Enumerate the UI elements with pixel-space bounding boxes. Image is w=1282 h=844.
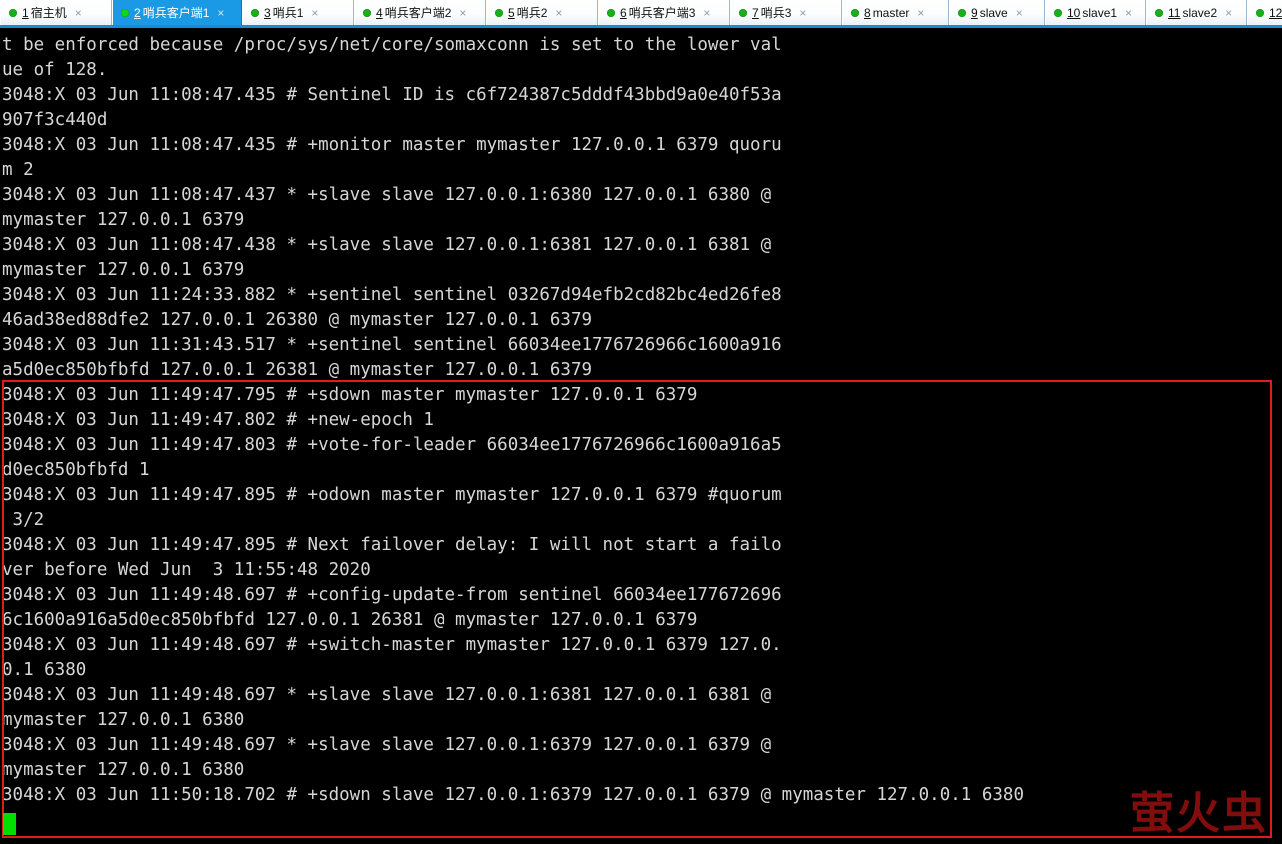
terminal-tab-bar[interactable]: 1 宿主机 × 2 哨兵客户端1 × 3 哨兵1 × 4 哨兵客户端2 × 5 哨兵2 × 6 哨兵客户端3 × 7… bbox=[0, 0, 1282, 28]
terminal-line: 3048:X 03 Jun 11:49:48.697 # +switch-mas… bbox=[2, 635, 782, 655]
terminal-line: 3048:X 03 Jun 11:49:48.697 * +slave slav… bbox=[2, 735, 772, 755]
terminal-line: mymaster 127.0.0.1 6379 bbox=[2, 210, 245, 230]
terminal-line: 3048:X 03 Jun 11:49:47.895 # Next failov… bbox=[2, 535, 782, 555]
tab-label: slave bbox=[979, 5, 1008, 20]
green-status-dot-icon bbox=[851, 8, 859, 17]
tab-number: 1 bbox=[22, 5, 29, 20]
terminal-line: 3048:X 03 Jun 11:49:48.697 * +slave slav… bbox=[2, 685, 772, 705]
green-status-dot-icon bbox=[1155, 8, 1163, 17]
green-status-dot-icon bbox=[363, 8, 371, 17]
terminal-tab-11[interactable]: 11 slave2 × bbox=[1146, 0, 1247, 25]
green-status-dot-icon bbox=[495, 8, 503, 17]
terminal-line: t be enforced because /proc/sys/net/core… bbox=[2, 35, 782, 55]
terminal-log-lines: t be enforced because /proc/sys/net/core… bbox=[2, 33, 1280, 808]
terminal-line: 3048:X 03 Jun 11:49:47.795 # +sdown mast… bbox=[2, 385, 698, 405]
terminal-tab-5[interactable]: 5 哨兵2 × bbox=[486, 0, 598, 25]
terminal-tab-10[interactable]: 10 slave1 × bbox=[1045, 0, 1146, 25]
terminal-tab-9[interactable]: 9 slave × bbox=[949, 0, 1045, 25]
tab-number: 6 bbox=[620, 5, 627, 20]
green-status-dot-icon bbox=[958, 8, 966, 17]
terminal-line: m 2 bbox=[2, 160, 34, 180]
terminal-line: 907f3c440d bbox=[2, 110, 108, 130]
tab-label: 宿主机 bbox=[30, 6, 67, 20]
terminal-tab-2[interactable]: 2 哨兵客户端1 × bbox=[112, 0, 242, 25]
terminal-line: mymaster 127.0.0.1 6380 bbox=[2, 760, 245, 780]
green-status-dot-icon bbox=[121, 8, 129, 17]
green-status-dot-icon bbox=[1054, 8, 1062, 17]
terminal-tab-7[interactable]: 7 哨兵3 × bbox=[730, 0, 842, 25]
terminal-line: 3/2 bbox=[2, 510, 45, 530]
tab-number: 11 bbox=[1168, 5, 1181, 20]
terminal-line: mymaster 127.0.0.1 6379 bbox=[2, 260, 245, 280]
tab-label: 哨兵客户端1 bbox=[142, 6, 210, 20]
tab-number: 9 bbox=[971, 5, 978, 20]
terminal-line: 3048:X 03 Jun 11:49:47.802 # +new-epoch … bbox=[2, 410, 434, 430]
terminal-line: 3048:X 03 Jun 11:49:48.697 # +config-upd… bbox=[2, 585, 782, 605]
tab-label: slave1 bbox=[1082, 5, 1118, 20]
tab-label: 哨兵客户端2 bbox=[384, 6, 452, 20]
terminal-line: 3048:X 03 Jun 11:31:43.517 * +sentinel s… bbox=[2, 335, 782, 355]
tab-label: 哨兵客户端3 bbox=[628, 6, 696, 20]
green-status-dot-icon bbox=[9, 8, 17, 17]
terminal-tab-6[interactable]: 6 哨兵客户端3 × bbox=[598, 0, 730, 25]
tab-number: 4 bbox=[376, 5, 383, 20]
terminal-line: ue of 128. bbox=[2, 60, 108, 80]
terminal-line: 3048:X 03 Jun 11:49:47.803 # +vote-for-l… bbox=[2, 435, 782, 455]
tab-close-icon[interactable]: × bbox=[457, 7, 471, 19]
tab-close-icon[interactable]: × bbox=[73, 7, 87, 19]
tab-number: 5 bbox=[508, 5, 515, 20]
tab-close-icon[interactable]: × bbox=[1014, 7, 1028, 19]
tab-close-icon[interactable]: × bbox=[797, 7, 811, 19]
tab-label: 哨兵2 bbox=[516, 6, 548, 20]
green-status-dot-icon bbox=[739, 8, 747, 17]
terminal-line: 3048:X 03 Jun 11:08:47.438 * +slave slav… bbox=[2, 235, 772, 255]
terminal-line: d0ec850bfbfd 1 bbox=[2, 460, 150, 480]
terminal-line: 0.1 6380 bbox=[2, 660, 87, 680]
terminal-tab-3[interactable]: 3 哨兵1 × bbox=[242, 0, 354, 25]
tab-number: 2 bbox=[134, 5, 141, 20]
terminal-line: 3048:X 03 Jun 11:08:47.435 # +monitor ma… bbox=[2, 135, 782, 155]
tab-label: 哨兵3 bbox=[760, 6, 792, 20]
terminal-tab-8[interactable]: 8 master × bbox=[842, 0, 949, 25]
tab-number: 8 bbox=[864, 5, 871, 20]
tab-number: 10 bbox=[1067, 5, 1081, 20]
tab-close-icon[interactable]: × bbox=[1123, 7, 1137, 19]
terminal-line: 3048:X 03 Jun 11:08:47.437 * +slave slav… bbox=[2, 185, 772, 205]
terminal-line: 3048:X 03 Jun 11:50:18.702 # +sdown slav… bbox=[2, 785, 1024, 805]
terminal-tab-12[interactable]: 12 bbox=[1247, 0, 1282, 25]
terminal-line: 6c1600a916a5d0ec850bfbfd 127.0.0.1 26381… bbox=[2, 610, 698, 630]
terminal-tab-4[interactable]: 4 哨兵客户端2 × bbox=[354, 0, 486, 25]
terminal-line: 46ad38ed88dfe2 127.0.0.1 26380 @ mymaste… bbox=[2, 310, 593, 330]
tab-label: master bbox=[872, 5, 910, 20]
green-status-dot-icon bbox=[1256, 8, 1264, 17]
tab-number: 3 bbox=[264, 5, 271, 20]
tab-close-icon[interactable]: × bbox=[1223, 7, 1237, 19]
tab-number: 12 bbox=[1269, 5, 1282, 20]
tab-close-icon[interactable]: × bbox=[915, 7, 929, 19]
terminal-line: 3048:X 03 Jun 11:49:47.895 # +odown mast… bbox=[2, 485, 782, 505]
terminal-line: 3048:X 03 Jun 11:08:47.435 # Sentinel ID… bbox=[2, 85, 782, 105]
terminal-line: a5d0ec850bfbfd 127.0.0.1 26381 @ mymaste… bbox=[2, 360, 593, 380]
terminal-line: 3048:X 03 Jun 11:24:33.882 * +sentinel s… bbox=[2, 285, 782, 305]
terminal-output-pane[interactable]: t be enforced because /proc/sys/net/core… bbox=[0, 28, 1282, 844]
terminal-line: mymaster 127.0.0.1 6380 bbox=[2, 710, 245, 730]
block-cursor bbox=[3, 813, 16, 835]
tab-close-icon[interactable]: × bbox=[553, 7, 567, 19]
terminal-tab-1[interactable]: 1 宿主机 × bbox=[0, 0, 112, 25]
tab-close-icon[interactable]: × bbox=[215, 7, 229, 19]
tab-label: 哨兵1 bbox=[272, 6, 304, 20]
tab-close-icon[interactable]: × bbox=[701, 7, 715, 19]
terminal-line: ver before Wed Jun 3 11:55:48 2020 bbox=[2, 560, 371, 580]
green-status-dot-icon bbox=[251, 8, 259, 17]
tab-label: slave2 bbox=[1182, 5, 1218, 20]
green-status-dot-icon bbox=[607, 8, 615, 17]
tab-close-icon[interactable]: × bbox=[309, 7, 323, 19]
tab-number: 7 bbox=[752, 5, 759, 20]
